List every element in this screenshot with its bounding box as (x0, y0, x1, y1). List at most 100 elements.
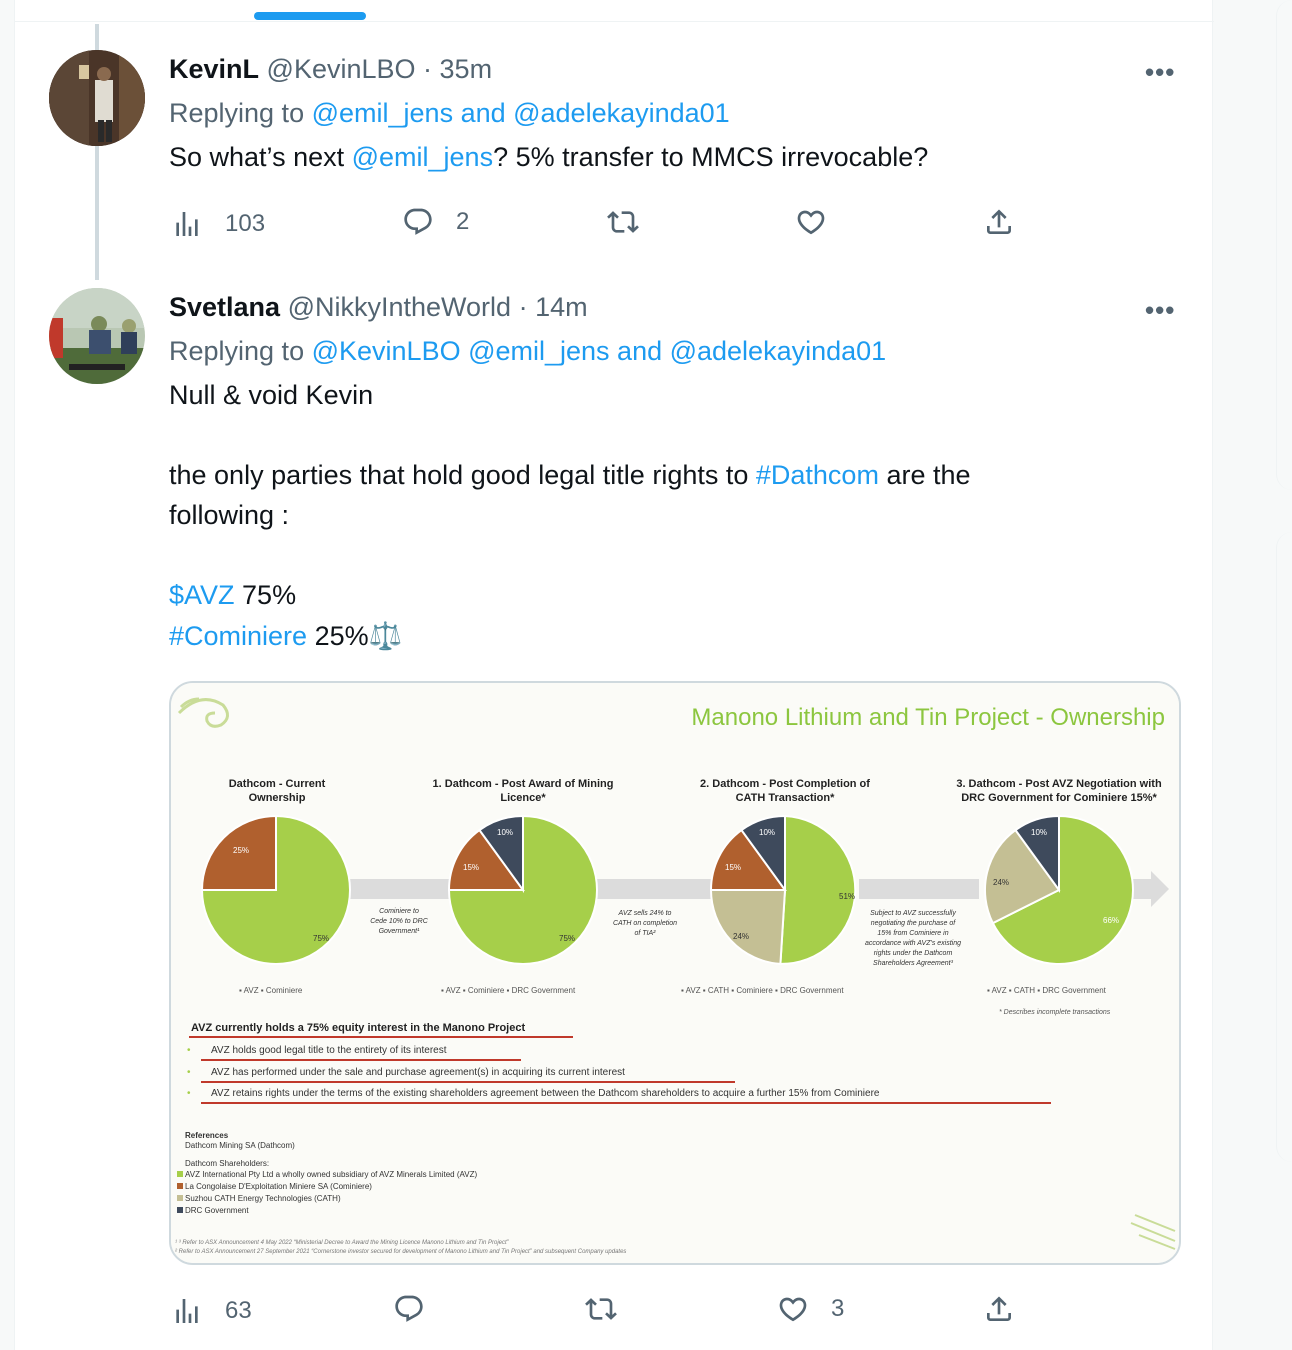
pie-title: Licence* (500, 792, 546, 804)
retweet-icon (607, 211, 639, 233)
references-line: Dathcom Mining SA (Dathcom) (185, 1141, 295, 1150)
pie-label: 75% (559, 934, 575, 943)
pie-title: DRC Government for Cominiere 15%* (961, 792, 1157, 804)
pie-label: 15% (725, 863, 741, 872)
tweet-text-line: #Cominiere 25%⚖️ (169, 620, 402, 652)
timeline-column: KevinL @KevinLBO · 35m ••• Replying to @… (14, 0, 1214, 1350)
references-line: Dathcom Shareholders: (185, 1159, 269, 1168)
pie-label: 24% (733, 932, 749, 941)
views-count: 103 (225, 210, 266, 237)
mention-link[interactable]: @emil_jens (352, 142, 493, 172)
replying-to-label: Replying to (169, 98, 305, 128)
pie-label: 75% (313, 934, 329, 943)
reply-button[interactable]: 2 (402, 206, 469, 238)
tweet-time[interactable]: · 14m (519, 292, 588, 322)
slide-bullet: AVZ has performed under the sale and pur… (211, 1067, 625, 1078)
like-count: 3 (831, 1295, 845, 1322)
pie-title: 1. Dathcom - Post Award of Mining (433, 778, 614, 790)
arrow-note: rights under the Dathcom (874, 950, 953, 957)
pie-label: 51% (839, 892, 855, 901)
arrow-note: Cominiere to (379, 908, 419, 915)
more-options-icon[interactable]: ••• (1145, 295, 1175, 326)
pie-legend: ▪ AVZ ▪ Cominiere (239, 986, 303, 995)
views-button[interactable]: 103 (171, 208, 265, 240)
tweet-text-line: Null & void Kevin (169, 380, 374, 410)
tweet-text-part: the only parties that hold good legal ti… (169, 460, 756, 490)
tweet-media-image[interactable]: Manono Lithium and Tin Project - Ownersh… (169, 681, 1181, 1265)
references-note: ² Refer to ASX Announcement 27 September… (175, 1249, 626, 1255)
replying-to: Replying to @KevinLBO @emil_jens and @ad… (169, 336, 886, 367)
references-item: La Congolaise D'Exploitation Miniere SA … (185, 1182, 372, 1191)
hashtag-link[interactable]: #Dathcom (756, 460, 879, 490)
avatar-kevinl[interactable] (49, 50, 145, 146)
arrow-note: of TIA² (634, 930, 656, 937)
reply-icon (404, 208, 432, 235)
like-button[interactable] (795, 206, 827, 238)
slide-bullet: AVZ holds good legal title to the entire… (211, 1045, 447, 1056)
hashtag-link[interactable]: #Cominiere (169, 621, 307, 651)
tweet-text-part: 25%⚖️ (307, 621, 403, 651)
arrow-note: 15% from Cominiere in (877, 930, 948, 937)
references-note: ¹ ³ Refer to ASX Announcement 4 May 2022… (175, 1240, 510, 1246)
share-icon (987, 209, 1011, 234)
tweet-text-part: 75% (234, 580, 297, 610)
pie-label: 15% (463, 863, 479, 872)
reply-mentions[interactable]: @KevinLBO @emil_jens and @adelekayinda01 (312, 336, 887, 366)
views-icon (176, 212, 198, 236)
reply-button[interactable] (393, 1293, 425, 1325)
more-options-icon[interactable]: ••• (1145, 57, 1175, 88)
sidebar-card (1276, 0, 1292, 490)
share-icon (987, 1296, 1011, 1321)
arrow-note: Government¹ (379, 928, 421, 935)
arrow-note: negotiating the purchase of (871, 920, 957, 927)
references-item: Suzhou CATH Energy Technologies (CATH) (185, 1194, 341, 1203)
arrow-note: accordance with AVZ's existing (865, 940, 961, 947)
pie-legend: ▪ AVZ ▪ CATH ▪ DRC Government (987, 986, 1107, 995)
tweet-text-line: following : (169, 500, 290, 530)
pie-legend: ▪ AVZ ▪ CATH ▪ Cominiere ▪ DRC Governmen… (681, 986, 844, 995)
pie-title: Dathcom - Current (229, 778, 326, 790)
views-button[interactable]: 63 (171, 1295, 252, 1327)
tweet-text-part: So what’s next (169, 142, 352, 172)
references-item: AVZ International Pty Ltd a wholly owned… (185, 1170, 477, 1179)
slide-headline: AVZ currently holds a 75% equity interes… (191, 1022, 525, 1034)
pie-chart-current: 25% 75% (200, 814, 351, 965)
pie-title: 3. Dathcom - Post AVZ Negotiation with (956, 778, 1162, 790)
replying-to: Replying to @emil_jens and @adelekayinda… (169, 98, 730, 129)
like-button[interactable]: 3 (777, 1293, 844, 1325)
svg-text:•: • (187, 1088, 191, 1099)
slide-title: Manono Lithium and Tin Project - Ownersh… (691, 704, 1165, 731)
pie-chart-post-negotiation: 10% 24% 66% (983, 814, 1134, 965)
tweet-text-line: the only parties that hold good legal ti… (169, 460, 971, 491)
sidebar-card (1276, 532, 1292, 1162)
retweet-button[interactable] (585, 1293, 617, 1325)
arrow-note: Shareholders Agreement³ (873, 960, 954, 967)
tweet-header: Svetlana @NikkyIntheWorld · 14m (169, 292, 588, 323)
svg-text:•: • (187, 1067, 191, 1078)
views-count: 63 (225, 1297, 252, 1324)
arrow-note: Cede 10% to DRC (370, 918, 429, 925)
author-handle[interactable]: @NikkyIntheWorld (288, 292, 511, 322)
share-button[interactable] (983, 206, 1015, 238)
author-handle[interactable]: @KevinLBO (267, 54, 416, 84)
pie-legend: ▪ AVZ ▪ Cominiere ▪ DRC Government (441, 986, 576, 995)
share-button[interactable] (983, 1293, 1015, 1325)
active-tab-indicator (254, 12, 366, 20)
avatar-svetlana[interactable] (49, 288, 145, 384)
references-item: DRC Government (185, 1206, 249, 1215)
pie-title: Ownership (249, 792, 306, 804)
reply-count: 2 (456, 208, 470, 235)
tweet-header: KevinL @KevinLBO · 35m (169, 54, 492, 85)
references-heading: References (185, 1131, 229, 1140)
footnote: * Describes incomplete transactions (999, 1009, 1111, 1016)
retweet-button[interactable] (607, 206, 639, 238)
tweet-text-part: are the (878, 460, 971, 490)
tweet-text: So what’s next @emil_jens? 5% transfer t… (169, 142, 928, 173)
tweet-text-part: ? 5% transfer to MMCS irrevocable? (493, 142, 929, 172)
reply-mentions[interactable]: @emil_jens and @adelekayinda01 (312, 98, 730, 128)
author-name[interactable]: KevinL (169, 54, 259, 84)
pie-title: 2. Dathcom - Post Completion of (700, 778, 870, 790)
tweet-time[interactable]: · 35m (423, 54, 492, 84)
cashtag-link[interactable]: $AVZ (169, 580, 235, 610)
author-name[interactable]: Svetlana (169, 292, 280, 322)
